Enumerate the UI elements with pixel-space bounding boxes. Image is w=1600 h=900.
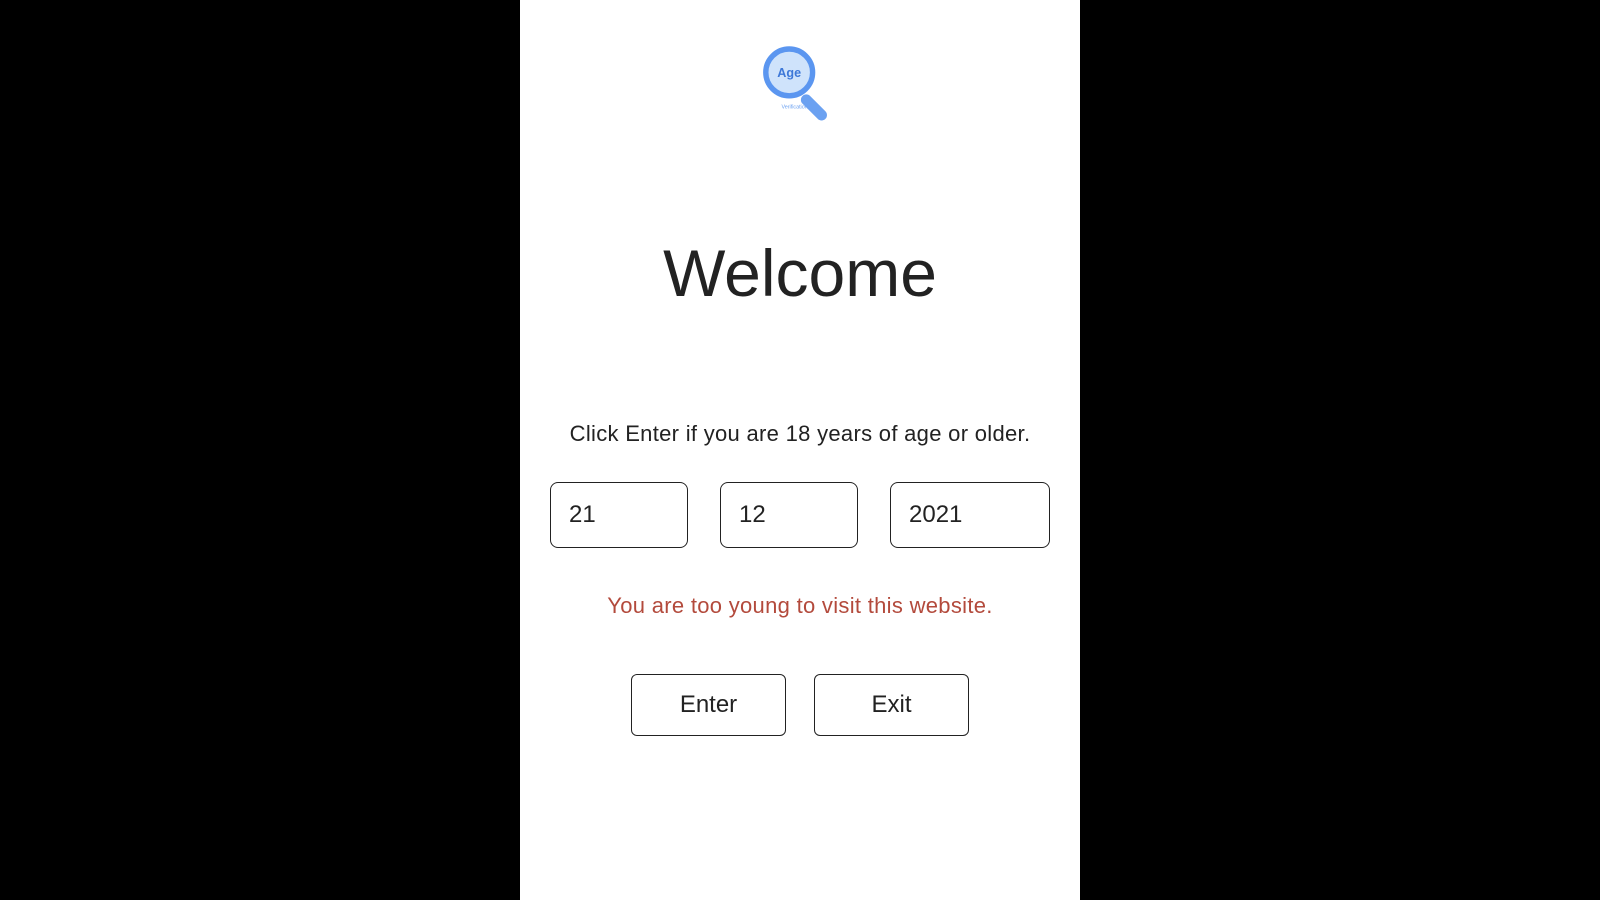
day-input[interactable] [550,482,688,548]
exit-button[interactable]: Exit [814,674,969,736]
instruction-text: Click Enter if you are 18 years of age o… [570,421,1031,447]
action-buttons: Enter Exit [631,674,969,736]
date-of-birth-row [550,482,1050,548]
year-input[interactable] [890,482,1050,548]
error-message: You are too young to visit this website. [607,593,992,619]
welcome-heading: Welcome [663,235,937,311]
age-verification-panel: Age Verification Welcome Click Enter if … [520,0,1080,900]
svg-text:Verification: Verification [781,104,807,110]
logo: Age Verification [755,40,845,135]
svg-text:Age: Age [777,66,801,80]
age-verification-icon: Age Verification [755,40,845,130]
month-input[interactable] [720,482,858,548]
enter-button[interactable]: Enter [631,674,786,736]
